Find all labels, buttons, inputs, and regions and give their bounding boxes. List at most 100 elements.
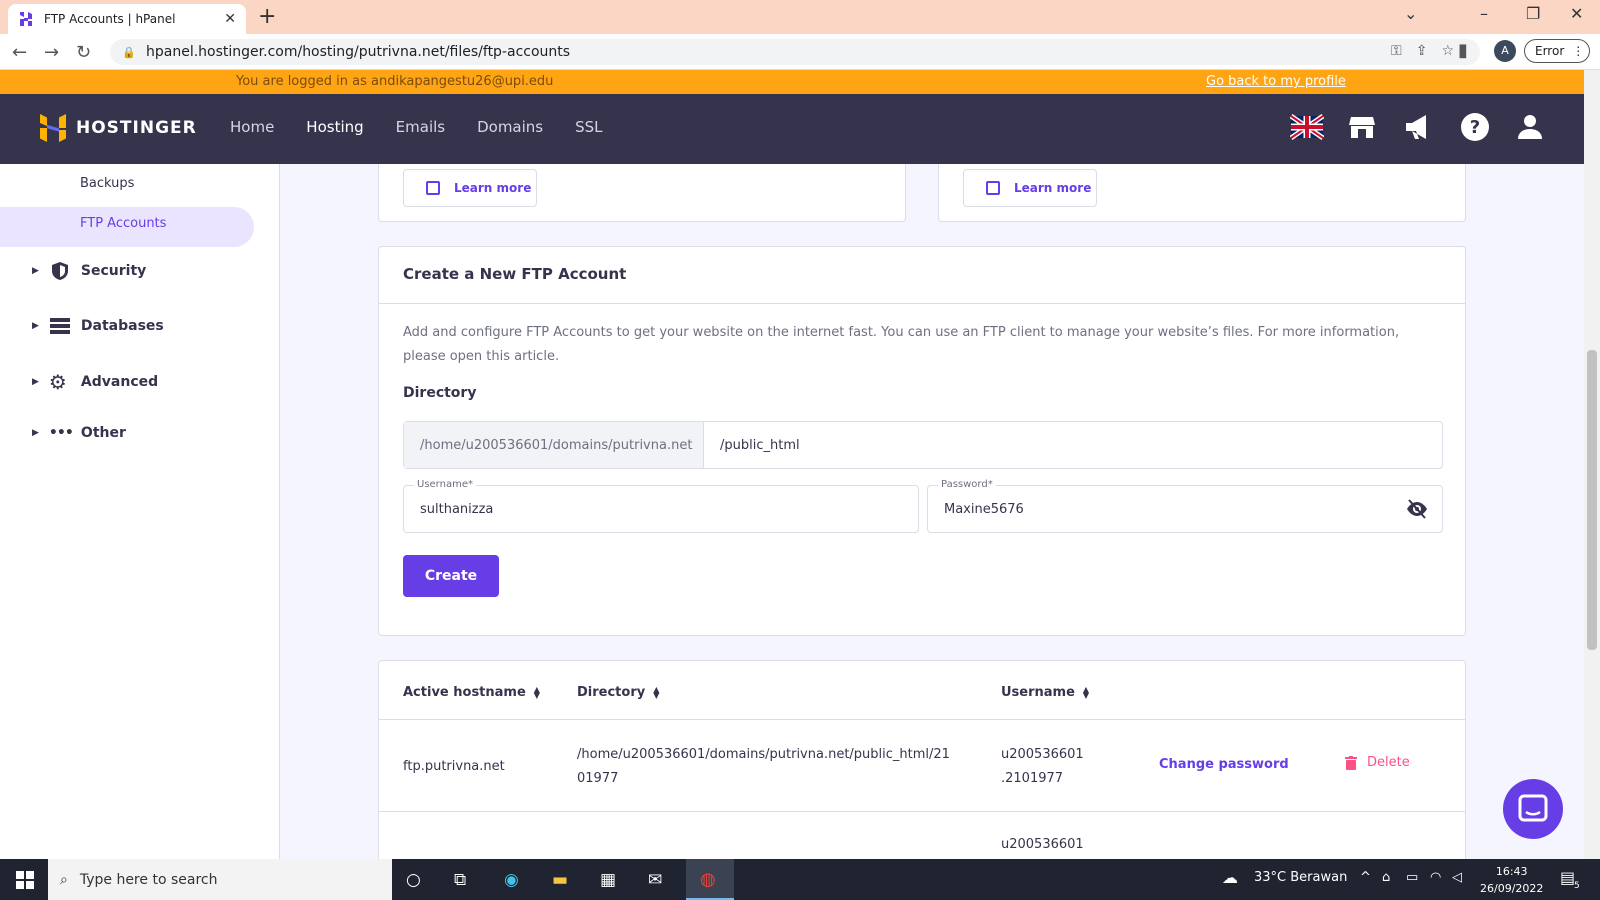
- new-tab-icon[interactable]: +: [258, 4, 276, 29]
- microsoft-store-icon[interactable]: ▦: [600, 870, 616, 890]
- taskbar-search[interactable]: ⌕ Type here to search: [48, 859, 392, 900]
- sidebar-label-other: Other: [80, 425, 126, 441]
- password-input[interactable]: Maxine5676: [944, 502, 1024, 517]
- minimize-icon[interactable]: –: [1480, 4, 1488, 23]
- sort-icon: ▲ ▼: [1082, 684, 1090, 700]
- sidebar-item-ftp-accounts[interactable]: FTP Accounts: [80, 216, 166, 231]
- top-navigation: HOSTINGER Home Hosting Emails Domains SS…: [0, 94, 1584, 164]
- tray-chevron-icon[interactable]: ^: [1360, 870, 1371, 885]
- chat-launcher-button[interactable]: [1503, 779, 1563, 839]
- menu-ssl[interactable]: SSL: [575, 118, 602, 136]
- tab-search-chevron-icon[interactable]: ⌄: [1404, 4, 1417, 23]
- learn-more-button[interactable]: Learn more: [963, 169, 1097, 207]
- brand-name: HOSTINGER: [76, 118, 197, 138]
- battery-icon[interactable]: ▭: [1406, 870, 1418, 885]
- column-label-username: Username: [1001, 685, 1075, 700]
- key-icon[interactable]: ⚿: [1391, 43, 1416, 59]
- windows-start-icon[interactable]: [16, 871, 34, 889]
- forward-icon[interactable]: →: [44, 42, 59, 63]
- delete-label: Delete: [1367, 755, 1410, 770]
- profile-avatar[interactable]: A: [1494, 40, 1516, 62]
- learn-more-label: Learn more: [1014, 181, 1092, 195]
- task-view-icon[interactable]: ⧉: [454, 870, 466, 890]
- close-tab-icon[interactable]: ✕: [224, 11, 236, 27]
- eye-icon[interactable]: [1406, 499, 1428, 519]
- uk-flag-icon[interactable]: [1290, 112, 1324, 142]
- learn-more-button[interactable]: Learn more: [403, 169, 537, 207]
- close-window-icon[interactable]: ✕: [1570, 4, 1583, 23]
- page-scrollbar[interactable]: [1584, 70, 1600, 859]
- column-header-hostname[interactable]: Active hostname ▲ ▼: [403, 685, 540, 700]
- address-bar[interactable]: 🔒 hpanel.hostinger.com/hosting/putrivna.…: [110, 39, 1480, 65]
- restore-icon[interactable]: ❐: [1526, 4, 1540, 23]
- sidebar-label-advanced: Advanced: [80, 374, 159, 390]
- more-dots-icon: •••: [48, 425, 74, 441]
- database-icon: [49, 318, 70, 334]
- sidebar-item-databases[interactable]: ▶ Databases: [32, 315, 164, 337]
- create-button[interactable]: Create: [403, 555, 499, 597]
- file-explorer-icon[interactable]: ▬: [552, 870, 568, 890]
- impersonation-notice: You are logged in as andikapangestu26@up…: [0, 70, 1584, 94]
- row-username-line2: .2101977: [1001, 771, 1064, 786]
- trash-icon: [1345, 755, 1357, 770]
- announcement-megaphone-icon[interactable]: [1404, 112, 1432, 142]
- change-password-button[interactable]: Change password: [1159, 757, 1289, 772]
- clock-time: 16:43: [1495, 865, 1528, 878]
- caret-right-icon: ▶: [32, 266, 39, 276]
- cortana-icon[interactable]: ○: [406, 870, 421, 890]
- volume-icon[interactable]: ◁: [1452, 870, 1462, 885]
- notification-center-icon[interactable]: ▤: [1560, 868, 1575, 887]
- column-header-username[interactable]: Username ▲ ▼: [1001, 685, 1089, 700]
- ftp-accounts-table: Active hostname ▲ ▼ Directory ▲ ▼ Username…: [378, 660, 1466, 859]
- error-button[interactable]: Error ⋮: [1524, 39, 1590, 63]
- system-clock[interactable]: 16:43 26/09/2022: [1480, 863, 1543, 897]
- help-icon[interactable]: ?: [1460, 112, 1490, 142]
- edge-browser-icon[interactable]: ◉: [504, 870, 519, 890]
- sidebar-item-other[interactable]: ▶ ••• Other: [32, 425, 126, 441]
- hostinger-logo[interactable]: HOSTINGER: [40, 114, 197, 142]
- external-link-icon: [426, 181, 440, 195]
- store-icon[interactable]: [1348, 112, 1376, 142]
- delete-button[interactable]: Delete: [1345, 755, 1410, 770]
- create-ftp-title: Create a New FTP Account: [403, 265, 627, 283]
- learn-more-label: Learn more: [454, 181, 532, 195]
- directory-label: Directory: [403, 385, 477, 401]
- weather-text[interactable]: 33°C Berawan: [1254, 870, 1347, 885]
- mail-icon[interactable]: ✉: [648, 870, 662, 890]
- sidebar-item-backups[interactable]: Backups: [80, 176, 134, 191]
- clock-date: 26/09/2022: [1480, 882, 1544, 895]
- username-field[interactable]: Username* sulthanizza: [403, 479, 919, 533]
- menu-home[interactable]: Home: [230, 118, 274, 136]
- menu-emails[interactable]: Emails: [396, 118, 445, 136]
- create-ftp-card: Create a New FTP Account Add and configu…: [378, 246, 1466, 636]
- meet-now-icon[interactable]: ⌂: [1382, 870, 1390, 885]
- scrollbar-thumb[interactable]: [1587, 350, 1597, 650]
- side-panel-icon[interactable]: ▮: [1458, 40, 1468, 61]
- caret-right-icon: ▶: [32, 321, 39, 331]
- sidebar-item-advanced[interactable]: ▶ ⚙ Advanced: [32, 370, 158, 394]
- shield-icon: [51, 262, 68, 280]
- omnibox-actions[interactable]: ⚿⇪☆: [1391, 43, 1468, 59]
- browser-toolbar: ← → ↻ 🔒 hpanel.hostinger.com/hosting/put…: [0, 34, 1600, 70]
- browser-tab[interactable]: FTP Accounts | hPanel ✕: [8, 4, 246, 34]
- main-content: Learn more Learn more Create a New FTP A…: [280, 164, 1584, 859]
- back-to-profile-link[interactable]: Go back to my profile: [1206, 74, 1346, 89]
- reload-icon[interactable]: ↻: [76, 42, 91, 63]
- wifi-icon[interactable]: ◠: [1430, 870, 1441, 885]
- menu-hosting[interactable]: Hosting: [306, 118, 363, 136]
- info-card-left: Learn more: [378, 164, 906, 222]
- username-input[interactable]: sulthanizza: [420, 502, 493, 517]
- card-divider: [379, 303, 1465, 304]
- account-user-icon[interactable]: [1516, 112, 1544, 142]
- caret-right-icon: ▶: [32, 377, 39, 387]
- external-link-icon: [986, 181, 1000, 195]
- directory-input[interactable]: /public_html: [704, 422, 1442, 468]
- share-icon[interactable]: ⇪: [1416, 43, 1442, 59]
- chrome-taskbar-button[interactable]: ◍: [686, 859, 734, 900]
- menu-domains[interactable]: Domains: [477, 118, 543, 136]
- column-header-directory[interactable]: Directory ▲ ▼: [577, 685, 659, 700]
- password-field[interactable]: Password* Maxine5676: [927, 479, 1443, 533]
- create-ftp-description: Add and configure FTP Accounts to get yo…: [403, 325, 1400, 364]
- sidebar-item-security[interactable]: ▶ Security: [32, 260, 146, 282]
- back-icon[interactable]: ←: [12, 42, 27, 63]
